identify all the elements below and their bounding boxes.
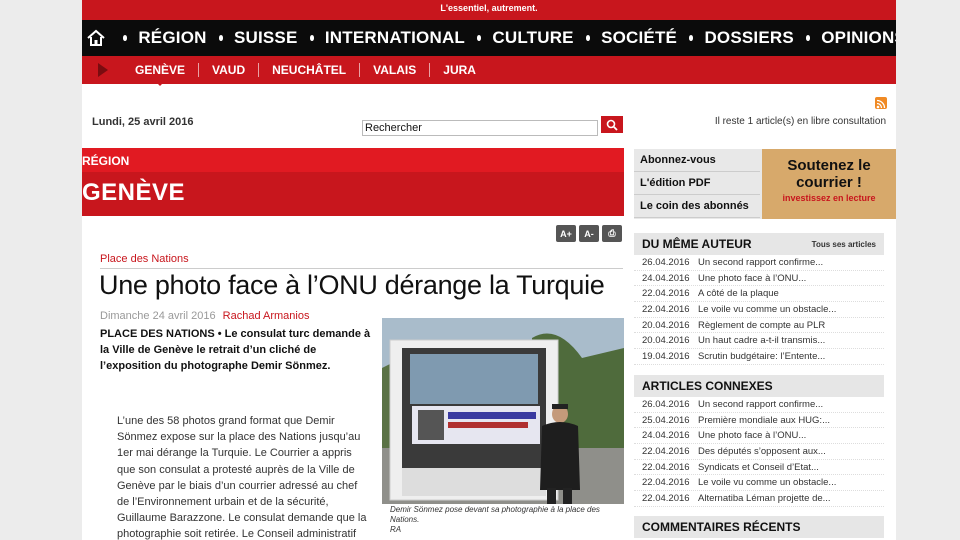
recent-comments-box: COMMENTAIRES RÉCENTS — [634, 516, 884, 538]
font-decrease-button[interactable]: A- — [579, 225, 599, 242]
article-kicker[interactable]: Place des Nations — [100, 253, 189, 265]
article-tools: A+ A- ⎙ — [556, 225, 622, 242]
subnav-item-valais[interactable]: VALAIS — [360, 63, 429, 77]
article-date: Dimanche 24 avril 2016 — [100, 310, 216, 322]
nav-separator-dot — [218, 35, 223, 41]
nav-separator-dot — [477, 35, 482, 41]
nav-separator-dot — [122, 35, 128, 41]
list-item[interactable]: 22.04.2016 Le voile vu comme un obstacle.… — [634, 302, 884, 318]
section-title: GENÈVE — [82, 172, 624, 216]
current-date: Lundi, 25 avril 2016 — [92, 116, 194, 128]
free-articles-notice: Il reste 1 article(s) en libre consultat… — [714, 116, 886, 127]
list-item[interactable]: 25.04.2016 Première mondiale aux HUG:... — [634, 413, 884, 429]
nav-item-societe[interactable]: SOCIÉTÉ — [601, 20, 677, 56]
nav-separator-dot — [805, 35, 811, 41]
same-author-title: DU MÊME AUTEUR — [642, 237, 752, 251]
nav-item-region[interactable]: RÉGION — [138, 20, 206, 56]
list-item[interactable]: 22.04.2016 Le voile vu comme un obstacle.… — [634, 475, 884, 492]
subscribe-link[interactable]: Abonnez-vous — [634, 149, 760, 172]
nav-item-suisse[interactable]: SUISSE — [234, 20, 298, 56]
article-lead: PLACE DES NATIONS • Le consulat turc dem… — [100, 328, 371, 372]
rss-icon[interactable] — [875, 97, 887, 109]
photo-credit: RA — [390, 525, 402, 534]
subnav-item-geneve[interactable]: GENÈVE — [122, 63, 198, 86]
nav-separator-dot — [689, 35, 694, 41]
support-banner-subtitle: investissez en lecture — [782, 193, 876, 203]
top-banner: L'essentiel, autrement. — [82, 0, 896, 20]
related-title: ARTICLES CONNEXES — [642, 379, 773, 393]
article-author[interactable]: Rachad Armanios — [223, 310, 310, 322]
comments-title: COMMENTAIRES RÉCENTS — [642, 520, 801, 534]
subscription-promo: Abonnez-vous L'édition PDF Le coin des a… — [634, 149, 896, 219]
article-body: L’une des 58 photos grand format que Dem… — [117, 415, 367, 540]
divider — [100, 268, 623, 269]
list-item[interactable]: 22.04.2016 A côté de la plaque — [634, 286, 884, 303]
article-headline: Une photo face à l’ONU dérange la Turqui… — [99, 270, 605, 300]
page: L'essentiel, autrement. RÉGION SUISSE IN… — [82, 0, 896, 540]
list-item[interactable]: 20.04.2016 Un haut cadre a-t-il transmis.… — [634, 333, 884, 350]
main-nav: RÉGION SUISSE INTERNATIONAL CULTURE SOCI… — [82, 20, 896, 56]
tagline: L'essentiel, autrement. — [440, 3, 538, 13]
article-photo[interactable] — [382, 318, 624, 504]
article-byline: Dimanche 24 avril 2016 Rachad Armanios — [100, 310, 309, 322]
nav-separator-dot — [309, 35, 314, 41]
nav-item-culture[interactable]: CULTURE — [492, 20, 573, 56]
related-header: ARTICLES CONNEXES — [634, 375, 884, 397]
related-articles-box: ARTICLES CONNEXES 26.04.2016 Un second ra… — [634, 375, 884, 507]
list-item[interactable]: 26.04.2016 Un second rapport confirme... — [634, 397, 884, 413]
search-input[interactable] — [362, 120, 598, 136]
active-notch — [155, 81, 165, 86]
list-item[interactable]: 26.04.2016 Un second rapport confirme... — [634, 255, 884, 271]
font-increase-button[interactable]: A+ — [556, 225, 576, 242]
subnav-item-neuchatel[interactable]: NEUCHÂTEL — [259, 63, 359, 77]
same-author-box: DU MÊME AUTEUR Tous ses articles 26.04.2… — [634, 233, 884, 365]
subnav-arrow-icon — [98, 63, 108, 77]
support-banner-title: Soutenez le courrier ! — [787, 157, 871, 191]
nav-item-dossiers[interactable]: DOSSIERS — [704, 20, 793, 56]
list-item[interactable]: 24.04.2016 Une photo face à l’ONU... — [634, 428, 884, 445]
section-band: RÉGION GENÈVE — [82, 148, 624, 216]
home-icon[interactable] — [82, 20, 111, 56]
subscribers-corner-link[interactable]: Le coin des abonnés — [634, 195, 760, 218]
subnav-item-jura[interactable]: JURA — [430, 63, 489, 77]
nav-separator-dot — [585, 35, 591, 41]
list-item[interactable]: 22.04.2016 Des députés s’opposent aux... — [634, 444, 884, 460]
all-articles-link[interactable]: Tous ses articles — [812, 240, 876, 249]
same-author-header: DU MÊME AUTEUR Tous ses articles — [634, 233, 884, 255]
search-button[interactable] — [601, 116, 623, 133]
search-icon — [606, 119, 618, 131]
print-button[interactable]: ⎙ — [602, 225, 622, 242]
nav-item-international[interactable]: INTERNATIONAL — [325, 20, 465, 56]
section-label[interactable]: RÉGION — [82, 148, 624, 172]
comments-header: COMMENTAIRES RÉCENTS — [634, 516, 884, 538]
list-item[interactable]: 22.04.2016 Syndicats et Conseil d’Etat... — [634, 460, 884, 476]
subnav-item-vaud[interactable]: VAUD — [199, 63, 258, 77]
list-item[interactable]: 24.04.2016 Une photo face à l’ONU... — [634, 271, 884, 287]
support-banner[interactable]: Soutenez le courrier ! investissez en le… — [762, 149, 896, 219]
nav-item-opinions[interactable]: OPINIONS — [821, 20, 896, 56]
list-item[interactable]: 20.04.2016 Règlement de compte au PLR — [634, 318, 884, 334]
sub-nav: GENÈVE VAUD NEUCHÂTEL VALAIS JURA — [82, 56, 896, 86]
list-item[interactable]: 19.04.2016 Scrutin budgétaire: l’Entente.… — [634, 349, 884, 365]
pdf-edition-link[interactable]: L'édition PDF — [634, 172, 760, 195]
list-item[interactable]: 22.04.2016 Alternatiba Léman projette de.… — [634, 491, 884, 507]
promo-links: Abonnez-vous L'édition PDF Le coin des a… — [634, 149, 760, 218]
photo-caption: Demir Sönmez pose devant sa photographie… — [390, 505, 626, 535]
